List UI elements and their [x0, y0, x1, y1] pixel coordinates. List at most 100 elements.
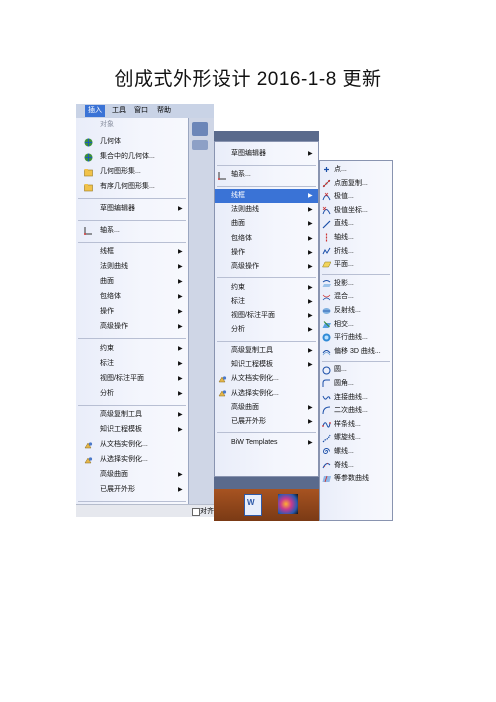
menu-item-知识工程模板[interactable]: 知识工程模板 ▶ — [76, 423, 188, 438]
menu-item-分析[interactable]: 分析 ▶ — [215, 323, 318, 337]
menu-item-高级操作[interactable]: 高级操作 ▶ — [215, 260, 318, 274]
menu-item-points-planes-repetition[interactable]: 点面复制... — [320, 177, 392, 191]
align-checkbox[interactable] — [192, 508, 200, 516]
menu-separator — [78, 501, 186, 503]
menu-item-label: 操作 — [100, 308, 114, 315]
menu-item-biw-templates[interactable]: BiW Templates ▶ — [215, 436, 318, 450]
menu-item-axis[interactable]: 轴系... — [215, 168, 318, 182]
menu-window[interactable]: 窗口 — [134, 105, 148, 117]
toolbar-icon[interactable] — [192, 140, 208, 150]
menu-item-label: 高级操作 — [231, 262, 259, 270]
menu-separator — [78, 198, 186, 200]
menu-item-instantiate[interactable]: 从选择实例化... — [76, 453, 188, 468]
menu-item-草图编辑器[interactable]: 草图编辑器 ▶ — [215, 147, 318, 161]
menu-item-offset-3d-curve[interactable]: 偏移 3D 曲线... — [320, 345, 392, 359]
menu-item-helix[interactable]: 螺旋线... — [320, 431, 392, 445]
menu-item-法则曲线[interactable]: 法则曲线 ▶ — [215, 203, 318, 217]
menu-item-projection[interactable]: 投影... — [320, 277, 392, 291]
menu-item-曲面[interactable]: 曲面 ▶ — [215, 217, 318, 231]
menu-item-已展开外形[interactable]: 已展开外形 ▶ — [215, 415, 318, 429]
menu-help[interactable]: 帮助 — [157, 105, 171, 117]
menu-item-plane[interactable]: 平面... — [320, 258, 392, 272]
menu-item-polyline[interactable]: 折线... — [320, 245, 392, 259]
menu-item-分析[interactable]: 分析 ▶ — [76, 387, 188, 402]
menu-item-标注[interactable]: 标注 ▶ — [215, 295, 318, 309]
submenu-arrow-icon: ▶ — [178, 294, 183, 301]
menu-item-操作[interactable]: 操作 ▶ — [215, 246, 318, 260]
menu-item-已展开外形[interactable]: 已展开外形 ▶ — [76, 483, 188, 498]
menu-item-combine[interactable]: 混合... — [320, 290, 392, 304]
menu-separator — [322, 360, 390, 362]
menu-item-线框[interactable]: 线框 ▶ — [215, 189, 318, 204]
menu-item-高级曲面[interactable]: 高级曲面 ▶ — [215, 401, 318, 415]
menu-item-globe[interactable]: 集合中的几何体... — [76, 150, 188, 165]
menu-item-视图-标注平面[interactable]: 视图/标注平面 ▶ — [76, 372, 188, 387]
menu-item-高级复制工具[interactable]: 高级复制工具 ▶ — [215, 344, 318, 358]
menu-item-高级复制工具[interactable]: 高级复制工具 ▶ — [76, 408, 188, 423]
menu-item-法则曲线[interactable]: 法则曲线 ▶ — [76, 260, 188, 275]
menu-item-高级操作[interactable]: 高级操作 ▶ — [76, 320, 188, 335]
menu-separator — [217, 277, 316, 279]
menu-item-reflect-lines[interactable]: 反射线... — [320, 304, 392, 318]
menu-item-parallel-curve[interactable]: 平行曲线... — [320, 331, 392, 345]
menu-item-conic[interactable]: 二次曲线... — [320, 404, 392, 418]
menu-item-instantiate[interactable]: 从文档实例化... — [215, 372, 318, 386]
menu-item-label: 相交... — [334, 320, 354, 328]
helix-icon — [322, 434, 331, 443]
menu-item-label: 有序几何图形集... — [100, 182, 155, 190]
menu-item-extremum[interactable]: 极值... — [320, 190, 392, 204]
word-icon[interactable]: W — [244, 494, 262, 516]
menu-item-约束[interactable]: 约束 ▶ — [76, 342, 188, 357]
menu-tools[interactable]: 工具 — [112, 105, 126, 117]
menu-item-axis[interactable]: 轴系... — [76, 224, 188, 239]
menu-item-spline[interactable]: 样条线... — [320, 418, 392, 432]
submenu-arrow-icon: ▶ — [308, 348, 313, 355]
menu-item-label: 混合... — [334, 293, 354, 301]
menu-item-corner[interactable]: 圆角... — [320, 377, 392, 391]
menu-separator — [78, 220, 186, 221]
menu-item-isoparametric-curve[interactable]: 等参数曲线 — [320, 472, 392, 486]
menu-item-label: 包络体 — [100, 293, 121, 301]
menu-item-label: 已展开外形 — [231, 417, 266, 425]
menu-item-label: 知识工程模板 — [231, 361, 273, 369]
globe-icon — [84, 153, 93, 162]
menu-item-线框[interactable]: 线框 ▶ — [76, 245, 188, 260]
app-icon[interactable] — [278, 494, 298, 514]
menu-item-instantiate[interactable]: 从文档实例化... — [76, 438, 188, 453]
submenu-arrow-icon: ▶ — [308, 362, 313, 369]
menu-item-约束[interactable]: 约束 ▶ — [215, 281, 318, 295]
menu-item-folder[interactable]: 几何图形集... — [76, 165, 188, 180]
toolbar-icon[interactable] — [192, 122, 208, 136]
menu-insert[interactable]: 插入 — [85, 105, 105, 117]
menu-item-视图-标注平面[interactable]: 视图/标注平面 ▶ — [215, 309, 318, 323]
menu-item-包络体[interactable]: 包络体 ▶ — [76, 290, 188, 305]
folder-icon — [84, 168, 93, 177]
menu-item-circle[interactable]: 圆... — [320, 363, 392, 377]
line-icon — [322, 220, 331, 229]
menu-item-操作[interactable]: 操作 ▶ — [76, 305, 188, 320]
menu-separator — [217, 164, 316, 166]
menu-item-line[interactable]: 直线... — [320, 217, 392, 231]
menu-item-label: 集合中的几何体... — [100, 152, 155, 160]
submenu-arrow-icon: ▶ — [308, 418, 313, 425]
menu-item-intersection[interactable]: 相交... — [320, 318, 392, 332]
toolbar-strip — [188, 118, 214, 517]
menu-item-extremum-polar[interactable]: 极值坐标... — [320, 204, 392, 218]
menu-item-point[interactable]: 点... — [320, 163, 392, 177]
menu-item-axis-line[interactable]: 轴线... — [320, 231, 392, 245]
menu-item-folder[interactable]: 有序几何图形集... — [76, 180, 188, 195]
menu-item-instantiate[interactable]: 从选择实例化... — [215, 387, 318, 401]
menu-item-spiral[interactable]: 螺线... — [320, 445, 392, 459]
menu-item-connect-curve[interactable]: 连接曲线... — [320, 391, 392, 405]
menu-item-globe[interactable]: 几何体 — [76, 135, 188, 150]
menu-item-高级曲面[interactable]: 高级曲面 ▶ — [76, 468, 188, 483]
menu-item-label: 投影... — [334, 279, 354, 287]
menu-item-label: 轴系... — [100, 226, 120, 234]
menu-item-知识工程模板[interactable]: 知识工程模板 ▶ — [215, 358, 318, 372]
menu-item-包络体[interactable]: 包络体 ▶ — [215, 232, 318, 246]
offset-3d-curve-icon — [322, 347, 331, 356]
menu-item-标注[interactable]: 标注 ▶ — [76, 357, 188, 372]
menu-item-草图编辑器[interactable]: 草图编辑器 ▶ — [76, 202, 188, 217]
menu-item-spine[interactable]: 脊线... — [320, 459, 392, 473]
menu-item-曲面[interactable]: 曲面 ▶ — [76, 275, 188, 290]
